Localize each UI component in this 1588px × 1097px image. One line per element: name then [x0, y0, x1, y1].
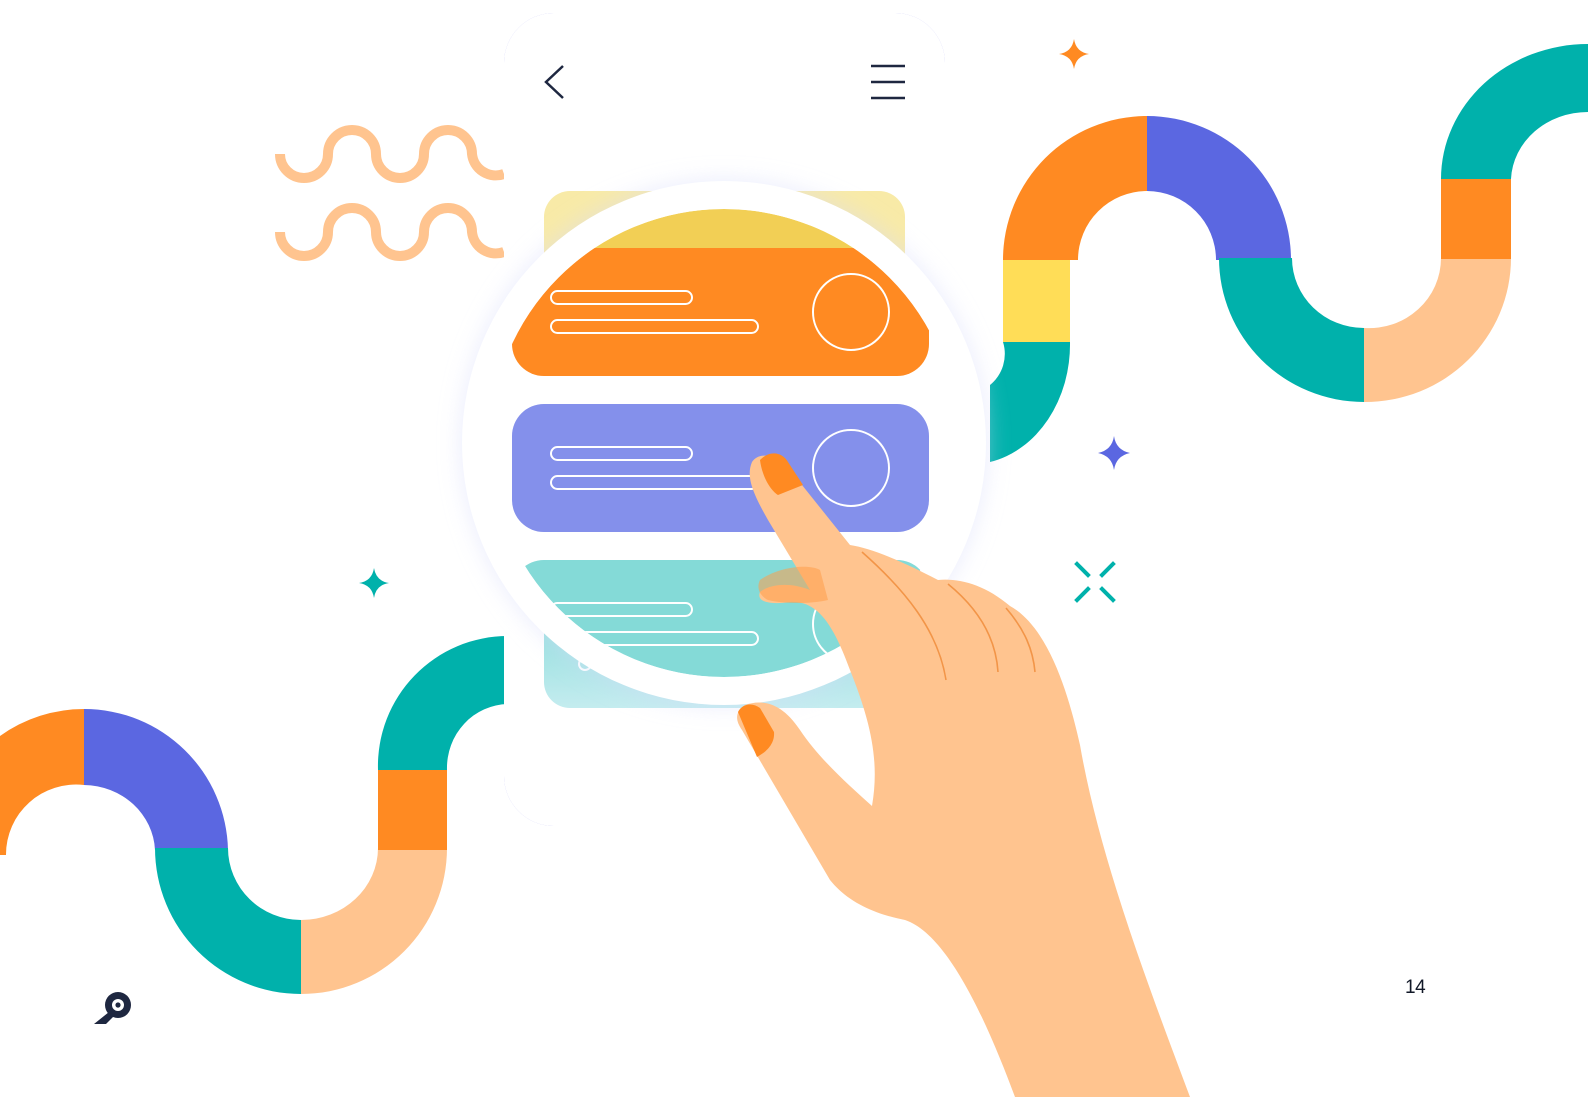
peach-wave-icon: [275, 203, 506, 261]
indigo-sparkle-icon: [1098, 436, 1130, 470]
track-segment-orange: [378, 770, 447, 850]
illustration-canvas: [0, 13, 1588, 1097]
track-segment-indigo: [1147, 116, 1291, 260]
track-segment-orange: [1003, 116, 1147, 260]
teal-cross-sparkle-icon: [1074, 561, 1116, 603]
track-segment-teal: [155, 848, 301, 994]
track-segment-orange: [1441, 179, 1511, 259]
card-orange[interactable]: [512, 248, 929, 376]
track-segment-teal: [1441, 44, 1588, 179]
left-wave-track: [0, 635, 508, 994]
page-number: 14: [1405, 977, 1426, 998]
track-segment-peach: [1364, 258, 1511, 403]
orange-sparkle-icon: [1059, 39, 1089, 69]
track-segment-teal: [990, 342, 1071, 462]
track-segment-teal: [377, 635, 508, 770]
right-wave-track: [990, 44, 1588, 462]
track-segment-orange: [0, 708, 84, 855]
pointing-hand: [737, 453, 1190, 1097]
track-segment-peach: [301, 848, 447, 994]
track-segment-teal: [1219, 258, 1364, 402]
peach-wave-icon: [275, 125, 506, 183]
magnifier-logo-icon: [94, 992, 131, 1024]
teal-sparkle-icon: [359, 568, 389, 598]
card-purple[interactable]: [512, 404, 929, 532]
track-segment-indigo: [84, 708, 228, 850]
track-segment-yellow: [1003, 260, 1070, 342]
